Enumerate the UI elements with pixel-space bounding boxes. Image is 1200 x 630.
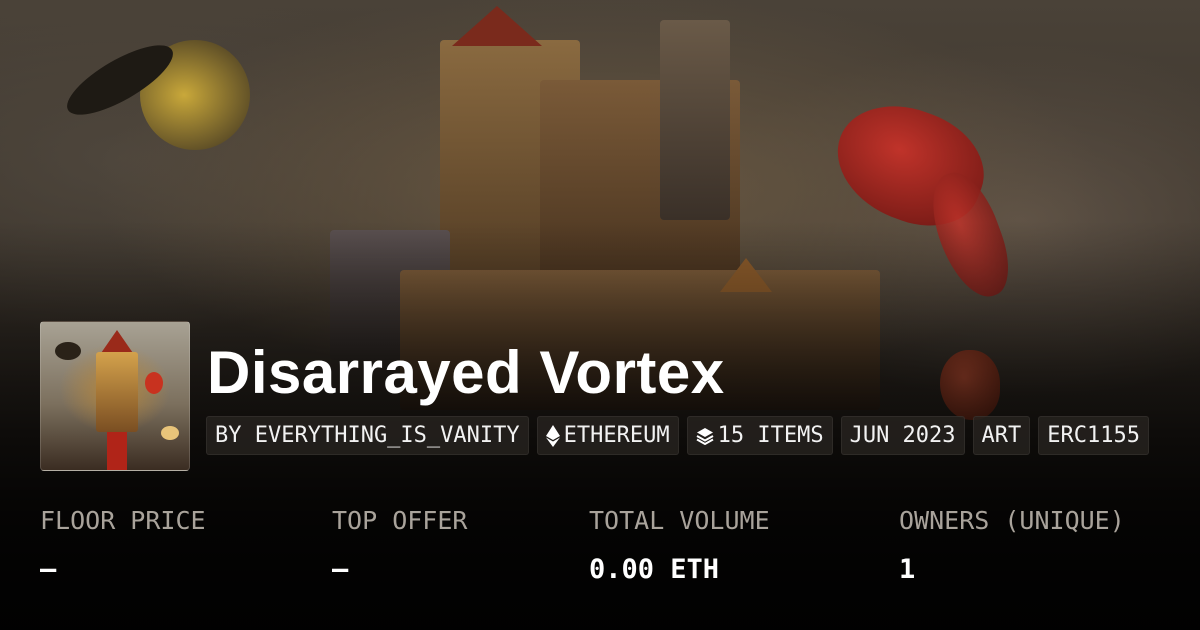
standard-tag-label: ERC1155 <box>1047 423 1141 448</box>
date-tag-label: JUN 2023 <box>849 423 956 448</box>
creator-tag-label: BY EVERYTHING_IS_VANITY <box>215 423 520 448</box>
stat-value: 0.00 ETH <box>589 554 720 585</box>
stat-value: – <box>332 554 349 585</box>
collection-tags: BY EVERYTHING_IS_VANITY ETHEREUM 15 ITEM… <box>206 416 1150 455</box>
stat-label: OWNERS (UNIQUE) <box>899 506 1125 535</box>
stat-floor-price: FLOOR PRICE – <box>40 503 206 587</box>
chain-tag[interactable]: ETHEREUM <box>536 416 679 455</box>
collection-thumbnail[interactable] <box>40 321 190 471</box>
stat-label: TOP OFFER <box>332 506 468 535</box>
category-tag[interactable]: ART <box>972 416 1031 455</box>
creator-tag[interactable]: BY EVERYTHING_IS_VANITY <box>206 416 529 455</box>
stat-value: 1 <box>899 554 916 585</box>
chain-tag-label: ETHEREUM <box>563 423 670 448</box>
date-tag[interactable]: JUN 2023 <box>840 416 965 455</box>
standard-tag[interactable]: ERC1155 <box>1038 416 1150 455</box>
ethereum-icon <box>545 424 560 447</box>
stat-label: TOTAL VOLUME <box>589 506 770 535</box>
stat-value: – <box>40 554 57 585</box>
layers-icon <box>696 427 714 445</box>
items-tag[interactable]: 15 ITEMS <box>686 416 833 455</box>
items-tag-label: 15 ITEMS <box>717 423 824 448</box>
stat-label: FLOOR PRICE <box>40 506 206 535</box>
collection-stats: FLOOR PRICE – TOP OFFER – TOTAL VOLUME 0… <box>0 503 1200 603</box>
stat-owners: OWNERS (UNIQUE) 1 <box>899 503 1125 587</box>
collection-title: Disarrayed Vortex <box>207 339 725 406</box>
stat-total-volume: TOTAL VOLUME 0.00 ETH <box>589 503 770 587</box>
stat-top-offer: TOP OFFER – <box>332 503 467 587</box>
category-tag-label: ART <box>981 423 1022 448</box>
